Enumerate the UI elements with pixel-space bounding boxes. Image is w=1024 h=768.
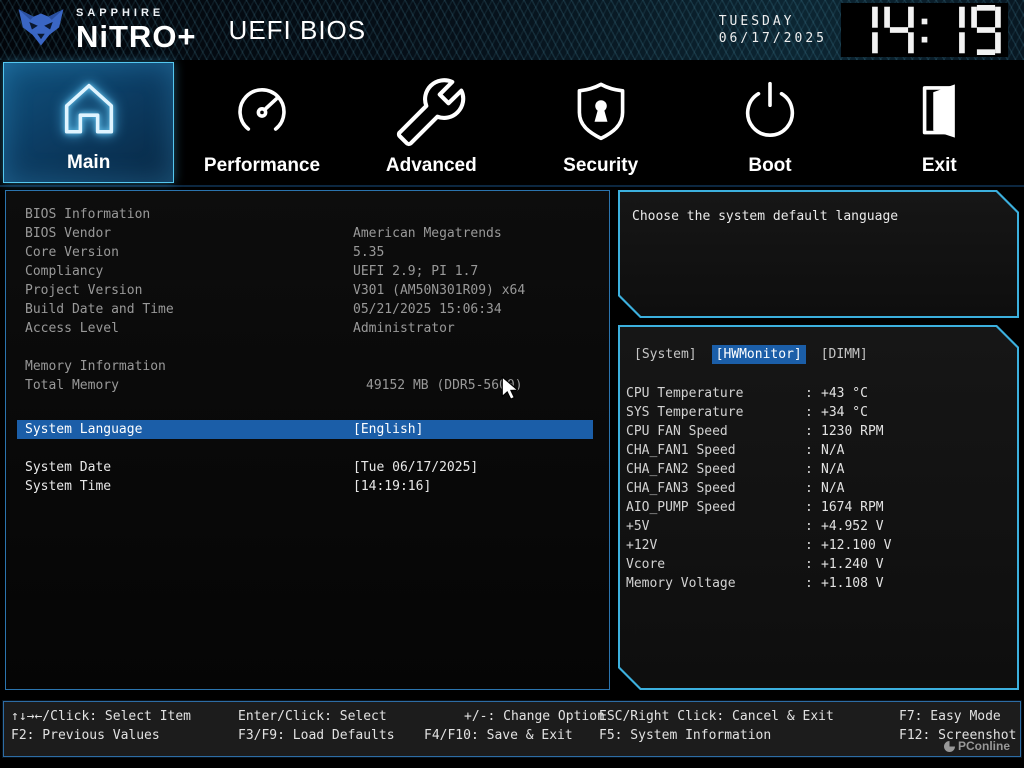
- help-text: Choose the system default language: [632, 209, 899, 224]
- hotkey-save-exit: F4/F10: Save & Exit: [424, 728, 573, 743]
- hotkey-select: Enter/Click: Select: [238, 709, 387, 724]
- nitro-fox-logo-icon: [18, 9, 64, 46]
- tab-boot[interactable]: Boot: [685, 60, 854, 185]
- nav-tab-bar: Main Performance Advanced Security Boot …: [0, 60, 1024, 187]
- hw-tab-hwmonitor[interactable]: [HWMonitor]: [712, 345, 806, 364]
- tab-security-label: Security: [563, 155, 639, 176]
- hotkey-load-defaults: F3/F9: Load Defaults: [238, 728, 395, 743]
- section-title: BIOS Information: [25, 207, 151, 222]
- power-icon: [734, 73, 806, 147]
- hotkey-system-information: F5: System Information: [599, 728, 772, 743]
- hw-row-cha-fan1: CHA_FAN1 Speed: N/A: [626, 443, 845, 458]
- hw-row-sys-temp: SYS Temperature: +34 °C: [626, 405, 868, 420]
- brand-logo: SAPPHIRE NiTRO+: [14, 6, 197, 54]
- system-date-display: TUESDAY 06/17/2025: [719, 13, 827, 47]
- tab-boot-label: Boot: [748, 155, 792, 176]
- hw-row-12v: +12V: +12.100 V: [626, 538, 892, 553]
- tab-main[interactable]: Main: [3, 62, 175, 183]
- wrench-icon: [396, 73, 466, 147]
- tab-main-label: Main: [67, 152, 111, 173]
- settings-panel: BIOS Information BIOS Vendor American Meg…: [5, 190, 610, 690]
- info-row-build-date: Build Date and Time 05/21/2025 15:06:34: [25, 302, 502, 317]
- info-row-access-level: Access Level Administrator: [25, 321, 455, 336]
- tab-exit-label: Exit: [921, 155, 957, 176]
- hw-row-5v: +5V: +4.952 V: [626, 519, 884, 534]
- hotkey-cancel-exit: ESC/Right Click: Cancel & Exit: [599, 709, 834, 724]
- pconline-watermark: PConline: [943, 739, 1010, 753]
- home-icon: [53, 70, 125, 144]
- help-panel: Choose the system default language: [618, 190, 1019, 318]
- brand-sapphire-text: SAPPHIRE: [76, 7, 165, 19]
- hotkey-bar: ↑↓→←/Click: Select Item Enter/Click: Sel…: [3, 701, 1021, 757]
- bios-screen: SAPPHIRE NiTRO+ UEFI BIOS TUESDAY 06/17/…: [0, 0, 1024, 768]
- tab-performance-label: Performance: [203, 155, 321, 176]
- weekday-text: TUESDAY: [718, 14, 795, 29]
- hw-row-vcore: Vcore: +1.240 V: [626, 557, 884, 572]
- info-row-compliancy: Compliancy UEFI 2.9; PI 1.7: [25, 264, 479, 279]
- hw-monitor-panel: [System] [HWMonitor] [DIMM] CPU Temperat…: [618, 325, 1019, 690]
- exit-door-icon: [903, 73, 975, 147]
- tab-exit[interactable]: Exit: [855, 60, 1024, 185]
- clock-display: [841, 3, 1008, 57]
- hotkey-select-item: ↑↓→←/Click: Select Item: [11, 709, 192, 724]
- brand-nitro-text: NiTRO+: [76, 19, 197, 54]
- hw-row-cha-fan3: CHA_FAN3 Speed: N/A: [626, 481, 845, 496]
- hw-tab-dimm[interactable]: [DIMM]: [821, 345, 868, 364]
- option-row-system-language[interactable]: System Language [English]: [17, 420, 593, 439]
- date-text: 06/17/2025: [718, 31, 827, 46]
- info-row-core-version: Core Version 5.35: [25, 245, 385, 260]
- tab-advanced[interactable]: Advanced: [347, 60, 516, 185]
- tab-security[interactable]: Security: [516, 60, 685, 185]
- hw-row-cpu-fan: CPU FAN Speed:1230 RPM: [626, 424, 884, 439]
- pconline-logo-icon: [943, 740, 955, 752]
- hotkey-change-option: +/-: Change Option: [464, 709, 605, 724]
- hw-row-memory-voltage: Memory Voltage: +1.108 V: [626, 576, 884, 591]
- tab-advanced-label: Advanced: [385, 155, 477, 176]
- option-row-system-time[interactable]: System Time [14:19:16]: [6, 477, 609, 496]
- shield-keyhole-icon: [565, 73, 637, 147]
- mouse-cursor: [501, 376, 520, 400]
- hw-row-cha-fan2: CHA_FAN2 Speed: N/A: [626, 462, 845, 477]
- info-row-bios-vendor: BIOS Vendor American Megatrends: [25, 226, 502, 241]
- gauge-icon: [226, 73, 298, 147]
- page-title: UEFI BIOS: [228, 14, 367, 45]
- hw-monitor-tabs: [System] [HWMonitor] [DIMM]: [620, 327, 1017, 364]
- info-row-project-version: Project Version V301 (AM50N301R09) x64: [25, 283, 526, 298]
- section-title: Memory Information: [25, 359, 166, 374]
- option-row-system-date[interactable]: System Date [Tue 06/17/2025]: [6, 458, 609, 477]
- hotkey-previous-values: F2: Previous Values: [11, 728, 160, 743]
- hw-row-aio-pump: AIO_PUMP Speed:1674 RPM: [626, 500, 884, 515]
- hw-row-cpu-temp: CPU Temperature: +43 °C: [626, 386, 868, 401]
- hotkey-easy-mode: F7: Easy Mode: [899, 709, 1001, 724]
- tab-performance[interactable]: Performance: [177, 60, 346, 185]
- hw-tab-system[interactable]: [System]: [634, 345, 697, 364]
- header: SAPPHIRE NiTRO+ UEFI BIOS TUESDAY 06/17/…: [0, 0, 1024, 60]
